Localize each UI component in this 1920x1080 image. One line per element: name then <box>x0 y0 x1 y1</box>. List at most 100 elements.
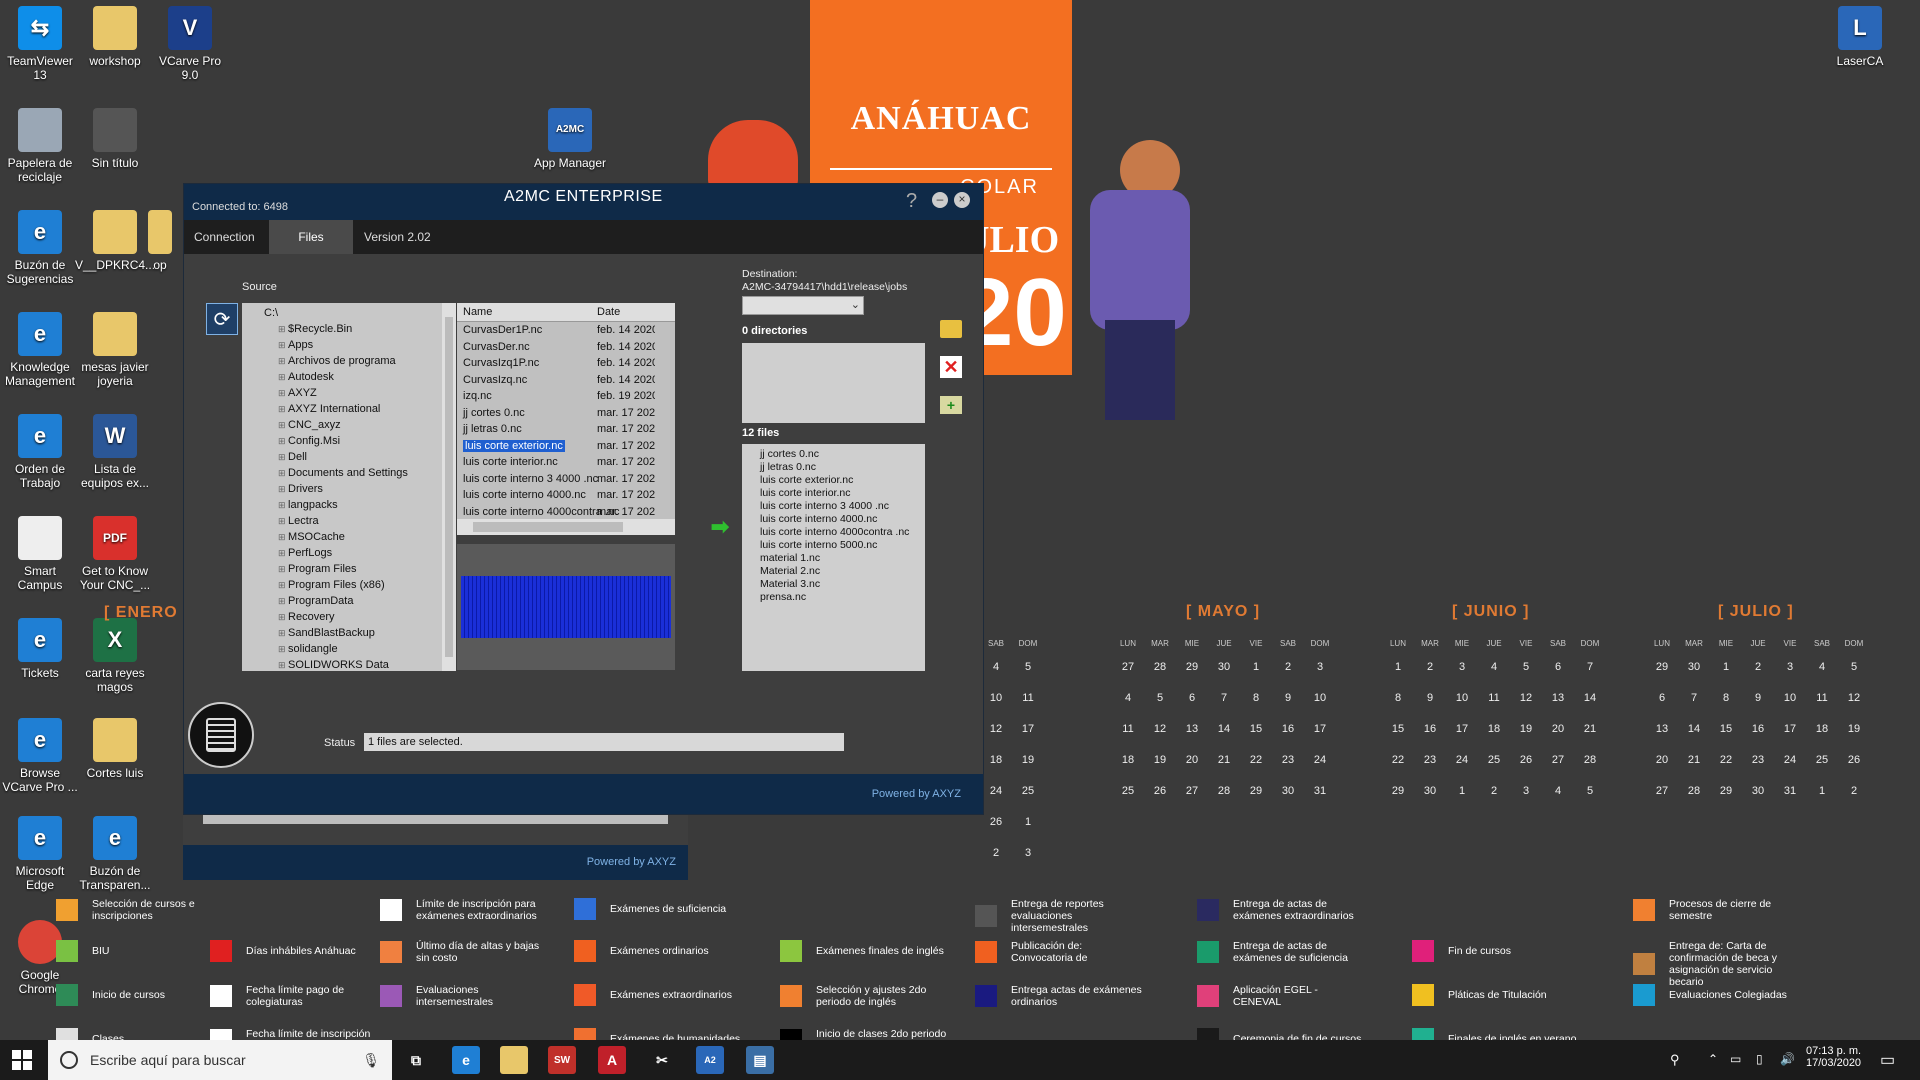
expand-icon[interactable]: ⊞ <box>278 628 288 638</box>
microsoft-edge-icon[interactable]: e Microsoft Edge <box>0 816 80 892</box>
tree-item[interactable]: ⊞ MSOCache <box>278 531 345 543</box>
expand-icon[interactable]: ⊞ <box>278 612 288 622</box>
dest-file-item[interactable]: jj cortes 0.nc <box>760 448 925 461</box>
buzon-sugerencias-icon[interactable]: e Buzón de Sugerencias <box>0 210 80 286</box>
help-icon[interactable]: ? <box>906 190 917 213</box>
expand-icon[interactable]: ⊞ <box>278 452 288 462</box>
expand-icon[interactable]: ⊞ <box>278 532 288 542</box>
volume-icon[interactable]: 🔊 <box>1780 1052 1795 1066</box>
file-row[interactable]: izq.nc feb. 19 2020 <box>457 389 655 406</box>
cortes-luis-icon[interactable]: Cortes luis <box>75 718 155 780</box>
op-folder-icon[interactable]: op <box>140 210 180 272</box>
delete-button[interactable]: ✕ <box>936 352 966 382</box>
tree-item[interactable]: ⊞ Archivos de programa <box>278 355 396 367</box>
tree-item[interactable]: ⊞ ProgramData <box>278 595 353 607</box>
tree-item[interactable]: ⊞ Lectra <box>278 515 319 527</box>
destination-dropdown[interactable]: ⌄ <box>742 296 864 315</box>
vcarve-icon[interactable]: V VCarve Pro 9.0 <box>150 6 230 82</box>
sin-titulo-icon[interactable]: Sin título <box>75 108 155 170</box>
expand-icon[interactable]: ⊞ <box>278 548 288 558</box>
file-row[interactable]: luis corte exterior.nc mar. 17 2020 <box>457 439 655 456</box>
dest-file-item[interactable]: luis corte exterior.nc <box>760 474 925 487</box>
expand-icon[interactable]: ⊞ <box>278 356 288 366</box>
clock[interactable]: 07:13 p. m. 17/03/2020 <box>1806 1045 1861 1069</box>
expand-icon[interactable]: ⊞ <box>278 340 288 350</box>
file-row[interactable]: jj letras 0.nc mar. 17 2020 <box>457 422 655 439</box>
expand-icon[interactable]: ⊞ <box>278 596 288 606</box>
expand-icon[interactable]: ⊞ <box>278 516 288 526</box>
expand-icon[interactable]: ⊞ <box>278 500 288 510</box>
tree-item[interactable]: ⊞ Apps <box>278 339 313 351</box>
file-row[interactable]: luis corte interno 4000.nc mar. 17 2020 <box>457 488 655 505</box>
notepad-taskbar-icon[interactable]: ▤ <box>746 1046 774 1074</box>
tree-item[interactable]: ⊞ AXYZ <box>278 387 317 399</box>
tree-item[interactable]: ⊞ Dell <box>278 451 307 463</box>
tree-scrollbar[interactable] <box>442 303 456 671</box>
display-icon[interactable]: ▯ <box>1756 1052 1763 1066</box>
file-row[interactable]: CurvasIzq.nc feb. 14 2020 <box>457 373 655 390</box>
smart-campus-icon[interactable]: Smart Campus <box>0 516 80 592</box>
expand-icon[interactable]: ⊞ <box>278 420 288 430</box>
buzon-transparencia-icon[interactable]: e Buzón de Transparen... <box>75 816 155 892</box>
expand-icon[interactable]: ⊞ <box>278 324 288 334</box>
dest-file-item[interactable]: luis corte interno 5000.nc <box>760 539 925 552</box>
people-icon[interactable]: ⚲ <box>1670 1052 1680 1068</box>
mesas-javier-icon[interactable]: mesas javier joyeria <box>75 312 155 388</box>
expand-icon[interactable]: ⊞ <box>278 468 288 478</box>
teamviewer-icon[interactable]: ⇆ TeamViewer 13 <box>0 6 80 82</box>
acrobat-icon[interactable]: A <box>598 1046 626 1074</box>
recycle-bin-icon[interactable]: Papelera de reciclaje <box>0 108 80 184</box>
column-name[interactable]: Name <box>463 306 492 318</box>
chevron-up-icon[interactable]: ⌃ <box>1708 1052 1718 1066</box>
new-folder-button[interactable] <box>936 314 966 344</box>
file-row[interactable]: luis corte interior.nc mar. 17 2020 <box>457 455 655 472</box>
app-manager-icon[interactable]: A2MC App Manager <box>530 108 610 170</box>
close-icon[interactable]: × <box>954 192 970 208</box>
dest-file-item[interactable]: luis corte interno 4000.nc <box>760 513 925 526</box>
expand-icon[interactable]: ⊞ <box>278 388 288 398</box>
dest-file-item[interactable]: material 1.nc <box>760 552 925 565</box>
tree-item[interactable]: ⊞ Drivers <box>278 483 323 495</box>
file-list[interactable]: Name Date CurvasDer1P.nc feb. 14 2020 Curv… <box>457 303 675 535</box>
file-explorer-icon[interactable] <box>500 1046 528 1074</box>
file-row[interactable]: CurvasIzq1P.nc feb. 14 2020 <box>457 356 655 373</box>
taskbar-search[interactable]: Escribe aquí para buscar 🎙 <box>48 1040 392 1080</box>
tree-item[interactable]: ⊞ AXYZ International <box>278 403 380 415</box>
file-row[interactable]: CurvasDer1P.nc feb. 14 2020 <box>457 323 655 340</box>
tree-item[interactable]: ⊞ Documents and Settings <box>278 467 408 479</box>
refresh-button[interactable]: ⟳ <box>206 303 238 335</box>
tree-item[interactable]: ⊞ Recovery <box>278 611 335 623</box>
tree-item[interactable]: ⊞ solidangle <box>278 643 338 655</box>
lista-equipos-icon[interactable]: W Lista de equipos ex... <box>75 414 155 490</box>
tree-item[interactable]: C:\ <box>264 307 278 319</box>
a2mc-taskbar-icon[interactable]: A2 <box>696 1046 724 1074</box>
column-date[interactable]: Date <box>597 306 620 318</box>
transfer-button[interactable]: ➡ <box>707 514 733 540</box>
dest-file-list[interactable]: jj cortes 0.nc jj letras 0.nc luis corte e… <box>742 444 925 671</box>
tab-files[interactable]: Files <box>269 220 353 254</box>
dest-file-item[interactable]: luis corte interior.nc <box>760 487 925 500</box>
file-row[interactable]: jj cortes 0.nc mar. 17 2020 <box>457 406 655 423</box>
task-view-icon[interactable]: ⧉ <box>402 1046 430 1074</box>
dest-file-item[interactable]: luis corte interno 4000contra .nc <box>760 526 925 539</box>
minimize-icon[interactable]: – <box>932 192 948 208</box>
tab-connection[interactable]: Connection <box>184 220 265 254</box>
laserca-icon[interactable]: L LaserCA <box>1820 6 1900 68</box>
tree-item[interactable]: ⊞ SandBlastBackup <box>278 627 375 639</box>
file-row[interactable]: CurvasDer.nc feb. 14 2020 <box>457 340 655 357</box>
solidworks-icon[interactable]: SW <box>548 1046 576 1074</box>
carta-reyes-icon[interactable]: X carta reyes magos <box>75 618 155 694</box>
tickets-icon[interactable]: e Tickets <box>0 618 80 680</box>
get-to-know-cnc-icon[interactable]: PDF Get to Know Your CNC_... <box>75 516 155 592</box>
network-icon[interactable]: ▭ <box>1730 1052 1741 1066</box>
edge-taskbar-icon[interactable]: e <box>452 1046 480 1074</box>
expand-icon[interactable]: ⊞ <box>278 404 288 414</box>
tree-item[interactable]: ⊞ Config.Msi <box>278 435 340 447</box>
file-row[interactable]: luis corte interno 3 4000 .nc mar. 17 202… <box>457 472 655 489</box>
orden-trabajo-icon[interactable]: e Orden de Trabajo <box>0 414 80 490</box>
expand-icon[interactable]: ⊞ <box>278 660 288 670</box>
expand-icon[interactable]: ⊞ <box>278 644 288 654</box>
tree-item[interactable]: ⊞ $Recycle.Bin <box>278 323 352 335</box>
file-list-hscroll[interactable] <box>457 519 675 535</box>
dest-file-item[interactable]: prensa.nc <box>760 591 925 604</box>
